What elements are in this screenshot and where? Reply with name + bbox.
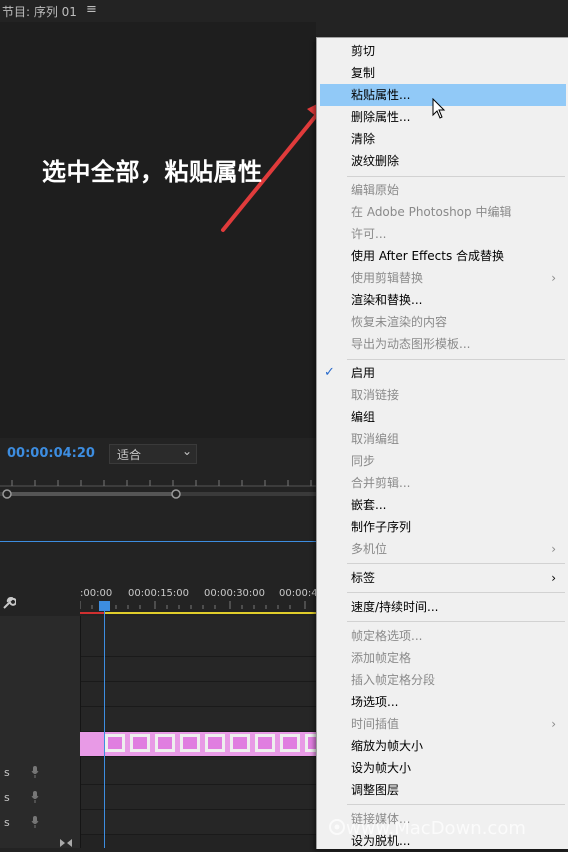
menu-item-field-options[interactable]: 场选项... xyxy=(320,691,566,713)
clip-thumbnail xyxy=(155,734,175,752)
playhead-timecode[interactable]: 00:00:04:20 xyxy=(7,446,95,461)
timeline-ruler-ticks xyxy=(80,601,306,609)
menu-separator xyxy=(347,804,565,805)
menu-item-ungroup[interactable]: 取消编组 xyxy=(320,428,566,450)
menu-item-export-motion-graphics-template[interactable]: 导出为动态图形模板... xyxy=(320,333,566,355)
monitor-ruler xyxy=(0,480,316,487)
solo-button[interactable]: s xyxy=(4,791,10,804)
menu-item-time-interpolation[interactable]: 时间插值 › xyxy=(320,713,566,735)
menu-item-synchronize[interactable]: 同步 xyxy=(320,450,566,472)
program-monitor-header: 节目: 序列 01 ≡ xyxy=(0,0,568,22)
solo-button[interactable]: s xyxy=(4,816,10,829)
menu-separator xyxy=(347,563,565,564)
chevron-right-icon: › xyxy=(551,271,556,285)
watermark-logo-icon xyxy=(329,819,345,835)
microphone-icon[interactable] xyxy=(31,766,39,778)
clip-thumbnail xyxy=(130,734,150,752)
playhead-line xyxy=(104,606,105,848)
track-resize-icon[interactable] xyxy=(59,838,73,848)
menu-item-label[interactable]: 标签 › xyxy=(320,567,566,589)
playhead-handle[interactable] xyxy=(99,601,110,611)
clip-thumbnail xyxy=(205,734,225,752)
panel-menu-icon[interactable]: ≡ xyxy=(86,2,97,17)
video-clip[interactable] xyxy=(80,732,316,756)
clip-context-menu: 剪切 复制 粘贴属性... 删除属性... 清除 波纹删除 编辑原始 在 Ado… xyxy=(316,37,568,849)
annotation-text: 选中全部，粘贴属性 xyxy=(42,158,263,186)
chevron-right-icon: › xyxy=(551,571,556,585)
menu-item-copy[interactable]: 复制 xyxy=(320,62,566,84)
fit-select-value: 适合 xyxy=(117,448,142,462)
chevron-right-icon: › xyxy=(551,717,556,731)
checkmark-icon: ✓ xyxy=(324,365,335,380)
microphone-icon[interactable] xyxy=(31,791,39,803)
menu-item-enable[interactable]: ✓ 启用 xyxy=(320,362,566,384)
menu-separator xyxy=(347,621,565,622)
menu-item-frame-hold-options[interactable]: 帧定格选项... xyxy=(320,625,566,647)
menu-item-edit-original[interactable]: 编辑原始 xyxy=(320,179,566,201)
panel-title[interactable]: 节目: 序列 01 xyxy=(2,3,77,20)
monitor-zoom-scrollbar[interactable] xyxy=(0,488,316,500)
chevron-right-icon: › xyxy=(551,542,556,556)
menu-item-replace-with-after-effects[interactable]: 使用 After Effects 合成替换 xyxy=(320,245,566,267)
menu-item-nest[interactable]: 嵌套... xyxy=(320,494,566,516)
chevron-down-icon: ⌄ xyxy=(181,444,192,458)
menu-item-render-and-replace[interactable]: 渲染和替换... xyxy=(320,289,566,311)
zoom-fit-select[interactable]: 适合 ⌄ xyxy=(109,444,197,464)
menu-separator xyxy=(347,592,565,593)
menu-item-set-to-frame-size[interactable]: 设为帧大小 xyxy=(320,757,566,779)
menu-item-add-frame-hold[interactable]: 添加帧定格 xyxy=(320,647,566,669)
timeline-time-label: :00:00 xyxy=(80,588,113,599)
menu-item-ripple-delete[interactable]: 波纹删除 xyxy=(320,150,566,172)
menu-separator xyxy=(347,176,565,177)
menu-item-adjustment-layer[interactable]: 调整图层 xyxy=(320,779,566,801)
clip-thumbnail xyxy=(230,734,250,752)
clip-thumbnail xyxy=(255,734,275,752)
watermark-text: www.MacDown.com xyxy=(346,818,526,839)
timeline-time-label: 00:00:15:00 xyxy=(128,588,190,599)
menu-item-group[interactable]: 编组 xyxy=(320,406,566,428)
menu-item-license[interactable]: 许可... xyxy=(320,223,566,245)
solo-button[interactable]: s xyxy=(4,766,10,779)
menu-separator xyxy=(347,359,565,360)
timeline-time-label: 00:00:30:00 xyxy=(204,588,266,599)
menu-item-make-subsequence[interactable]: 制作子序列 xyxy=(320,516,566,538)
mouse-cursor-icon xyxy=(432,98,446,119)
clip-thumbnail xyxy=(180,734,200,752)
track-headers xyxy=(0,616,81,848)
render-bar xyxy=(80,612,104,614)
menu-item-insert-frame-hold-segment[interactable]: 插入帧定格分段 xyxy=(320,669,566,691)
clip-thumbnail xyxy=(105,734,125,752)
menu-item-replace-with-clip[interactable]: 使用剪辑替换 › xyxy=(320,267,566,289)
menu-item-restore-unrendered[interactable]: 恢复未渲染的内容 xyxy=(320,311,566,333)
menu-item-clear[interactable]: 清除 xyxy=(320,128,566,150)
panel-focus-line xyxy=(0,541,316,542)
clip-thumbnail xyxy=(305,734,316,752)
menu-item-multi-camera[interactable]: 多机位 › xyxy=(320,538,566,560)
menu-item-scale-to-frame-size[interactable]: 缩放为帧大小 xyxy=(320,735,566,757)
menu-item-edit-in-photoshop[interactable]: 在 Adobe Photoshop 中编辑 xyxy=(320,201,566,223)
wrench-icon[interactable] xyxy=(2,596,16,610)
microphone-icon[interactable] xyxy=(31,816,39,828)
clip-thumbnail xyxy=(280,734,300,752)
menu-item-merge-clips[interactable]: 合并剪辑... xyxy=(320,472,566,494)
menu-item-speed-duration[interactable]: 速度/持续时间... xyxy=(320,596,566,618)
work-area-bar[interactable] xyxy=(80,612,316,614)
menu-item-cut[interactable]: 剪切 xyxy=(320,40,566,62)
menu-item-unlink[interactable]: 取消链接 xyxy=(320,384,566,406)
timeline-time-label: 00:00:4 xyxy=(279,588,318,599)
